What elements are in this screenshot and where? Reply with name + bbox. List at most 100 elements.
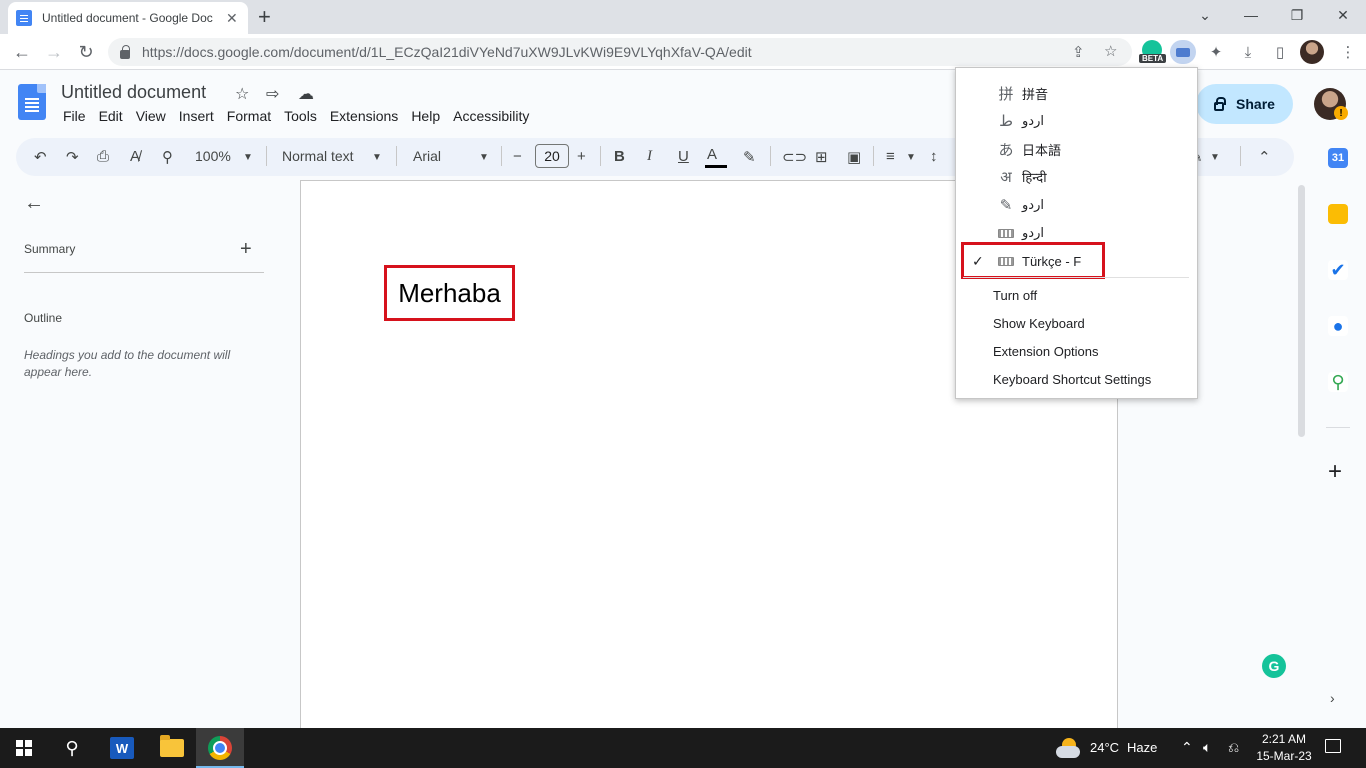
menu-item-urdu-handwriting[interactable]: ✎ اردو [956, 191, 1197, 219]
notification-icon[interactable] [1325, 739, 1341, 753]
forward-icon[interactable]: → [42, 40, 66, 64]
text-color-button[interactable]: A [704, 146, 728, 168]
document-text[interactable]: Merhaba [384, 265, 515, 321]
link-icon[interactable]: ⊂⊃ [782, 148, 807, 166]
underline-button[interactable]: U [678, 148, 689, 165]
tab-close-icon[interactable]: ✕ [226, 10, 238, 27]
menu-edit[interactable]: Edit [99, 108, 123, 124]
docs-logo-icon[interactable] [18, 84, 46, 120]
show-keyboard-item[interactable]: Show Keyboard [993, 316, 1085, 331]
chevron-down-icon[interactable]: ▼ [243, 152, 253, 163]
chevron-down-icon[interactable]: ▼ [1210, 152, 1220, 163]
chrome-menu-icon[interactable]: ⋮ [1336, 40, 1360, 64]
search-button[interactable]: ⚲ [48, 728, 96, 768]
share-button[interactable]: Share [1196, 84, 1293, 124]
menu-accessibility[interactable]: Accessibility [453, 108, 529, 124]
file-explorer-button[interactable] [148, 728, 196, 768]
volume-icon[interactable]: 🔈︎ [1203, 739, 1211, 756]
share-page-icon[interactable]: ⇪ [1072, 43, 1085, 61]
line-spacing-icon[interactable]: ↕ [930, 148, 938, 165]
italic-button[interactable]: I [647, 148, 652, 165]
get-addons-button[interactable]: + [1328, 458, 1342, 486]
collapse-menus-icon[interactable]: ⌃ [1258, 148, 1271, 166]
menu-format[interactable]: Format [227, 108, 271, 124]
weather-condition[interactable]: Haze [1127, 740, 1157, 755]
turn-off-item[interactable]: Turn off [993, 288, 1037, 303]
add-summary-button[interactable]: + [240, 238, 252, 261]
keep-icon[interactable] [1328, 204, 1348, 224]
add-comment-icon[interactable]: ⊞ [815, 148, 828, 166]
weather-icon[interactable] [1054, 736, 1082, 760]
address-bar[interactable]: https://docs.google.com/document/d/1L_EC… [108, 38, 1132, 66]
calendar-icon[interactable]: 31 [1328, 148, 1348, 168]
print-icon[interactable]: ⎙ [97, 148, 109, 165]
maps-icon[interactable]: ⚲ [1328, 372, 1348, 392]
decrease-font-size-icon[interactable]: − [513, 148, 522, 165]
extensions-puzzle-icon[interactable]: ✦ [1204, 40, 1228, 64]
bold-button[interactable]: B [614, 148, 625, 165]
folder-icon [160, 735, 184, 757]
chevron-right-icon[interactable]: › [1330, 690, 1335, 706]
side-panel-icon[interactable]: ▯ [1268, 40, 1292, 64]
close-outline-icon[interactable]: ← [24, 192, 44, 215]
menu-insert[interactable]: Insert [179, 108, 214, 124]
paragraph-style-select[interactable]: Normal text [282, 148, 354, 164]
start-button[interactable] [0, 728, 48, 768]
chevron-down-icon[interactable]: ▼ [906, 152, 916, 163]
spellcheck-icon[interactable]: A̸ [130, 148, 140, 165]
menu-item-pinyin[interactable]: 拼 拼音 [956, 79, 1197, 107]
menu-tools[interactable]: Tools [284, 108, 317, 124]
language-label: اردو [1022, 197, 1044, 212]
redo-icon[interactable]: ↷ [66, 148, 79, 166]
profile-avatar[interactable] [1300, 40, 1324, 64]
grammarly-icon[interactable]: G [1262, 654, 1286, 678]
back-icon[interactable]: ← [10, 40, 34, 64]
temperature[interactable]: 24°C [1090, 740, 1119, 755]
font-select[interactable]: Arial [413, 148, 441, 164]
new-tab-button[interactable]: + [258, 5, 271, 29]
browser-tab[interactable]: Untitled document - Google Doc ✕ [8, 2, 248, 34]
minimize-button[interactable]: — [1228, 0, 1274, 30]
increase-font-size-icon[interactable]: + [577, 148, 586, 165]
star-icon[interactable]: ☆ [235, 84, 249, 104]
tasks-icon[interactable]: ✔ [1328, 260, 1348, 280]
language-label: اردو [1022, 113, 1044, 128]
show-hidden-icons-icon[interactable]: ⌃ [1181, 739, 1193, 756]
network-icon[interactable]: ⎌ [1228, 739, 1239, 756]
menu-view[interactable]: View [136, 108, 166, 124]
system-clock[interactable]: 2:21 AM 15-Mar-23 [1254, 731, 1314, 765]
menu-extensions[interactable]: Extensions [330, 108, 398, 124]
extension-options-item[interactable]: Extension Options [993, 344, 1099, 359]
download-icon[interactable]: ⤓ [1236, 40, 1260, 64]
cloud-status-icon[interactable]: ☁ [298, 84, 314, 104]
menu-item-japanese[interactable]: あ 日本語 [956, 135, 1197, 163]
reload-icon[interactable]: ↻ [74, 40, 98, 64]
keyboard-shortcut-settings-item[interactable]: Keyboard Shortcut Settings [993, 372, 1151, 387]
move-folder-icon[interactable]: ⇨ [266, 84, 279, 104]
menu-file[interactable]: File [63, 108, 86, 124]
zoom-select[interactable]: 100% [195, 148, 231, 164]
menu-item-hindi[interactable]: अ हिन्दी [956, 163, 1197, 191]
insert-image-icon[interactable]: ▣ [847, 148, 861, 166]
chevron-down-icon[interactable]: ▼ [372, 152, 382, 163]
lock-icon [120, 44, 130, 59]
align-left-icon[interactable]: ≡ [886, 148, 895, 165]
chrome-taskbar-button[interactable] [196, 728, 244, 768]
restore-button[interactable]: ❐ [1274, 0, 1320, 30]
highlight-pen-icon[interactable]: ✎ [743, 148, 756, 166]
tab-search-icon[interactable]: ⌄ [1182, 0, 1228, 30]
bookmark-star-icon[interactable]: ☆ [1104, 42, 1117, 60]
input-tools-extension-icon[interactable] [1170, 40, 1196, 64]
close-window-button[interactable]: ✕ [1320, 0, 1366, 30]
chevron-down-icon[interactable]: ▼ [479, 152, 489, 163]
menu-item-urdu-transliteration[interactable]: ط اردو [956, 107, 1197, 135]
contacts-icon[interactable]: ● [1328, 316, 1348, 336]
menu-help[interactable]: Help [411, 108, 440, 124]
word-taskbar-button[interactable]: W [98, 728, 146, 768]
document-title[interactable]: Untitled document [61, 82, 206, 103]
undo-icon[interactable]: ↶ [34, 148, 47, 166]
font-size-input[interactable]: 20 [535, 144, 569, 168]
vertical-scrollbar[interactable] [1298, 185, 1305, 437]
divider [24, 272, 264, 273]
paint-format-icon[interactable]: ⚲ [162, 148, 173, 166]
